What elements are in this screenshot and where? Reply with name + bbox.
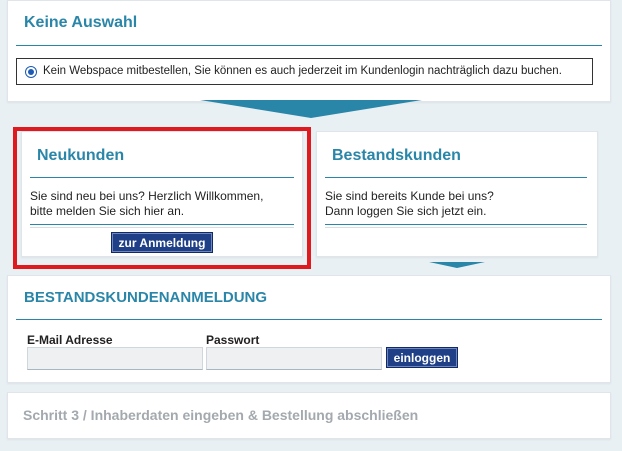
existing-customers-panel: Bestandskunden Sie sind bereits Kunde be… <box>316 131 598 257</box>
existing-customers-line1: Sie sind bereits Kunde bei uns? <box>325 189 494 203</box>
existing-customers-heading: Bestandskunden <box>332 147 461 164</box>
small-arrow-down-icon <box>429 262 485 268</box>
arrow-down-icon <box>200 100 422 118</box>
webspace-divider <box>16 45 602 46</box>
step3-panel: Schritt 3 / Inhaberdaten eingeben & Best… <box>7 392 611 439</box>
email-field[interactable] <box>27 347 203 370</box>
highlight-frame <box>13 127 311 269</box>
password-label: Passwort <box>206 333 260 347</box>
login-button[interactable]: einloggen <box>386 347 458 368</box>
webspace-panel: Keine Auswahl Kein Webspace mitbestellen… <box>7 0 611 102</box>
login-heading: BESTANDSKUNDENANMELDUNG <box>24 289 268 306</box>
password-field[interactable] <box>206 347 382 370</box>
webspace-heading: Keine Auswahl <box>24 14 138 31</box>
login-panel: BESTANDSKUNDENANMELDUNG E-Mail Adresse P… <box>7 275 611 383</box>
existing-customers-divider <box>325 177 587 178</box>
existing-customers-line2: Dann loggen Sie sich jetzt ein. <box>325 204 487 218</box>
existing-customers-bottom-rule <box>325 224 587 227</box>
webspace-option-label: Kein Webspace mitbestellen, Sie können e… <box>43 65 562 77</box>
existing-customers-text: Sie sind bereits Kunde bei uns? Dann log… <box>325 189 494 219</box>
login-divider <box>16 319 602 320</box>
step3-heading: Schritt 3 / Inhaberdaten eingeben & Best… <box>23 407 419 423</box>
email-label: E-Mail Adresse <box>27 333 113 347</box>
webspace-option-box[interactable]: Kein Webspace mitbestellen, Sie können e… <box>16 58 593 85</box>
radio-selected-icon[interactable] <box>25 65 37 78</box>
